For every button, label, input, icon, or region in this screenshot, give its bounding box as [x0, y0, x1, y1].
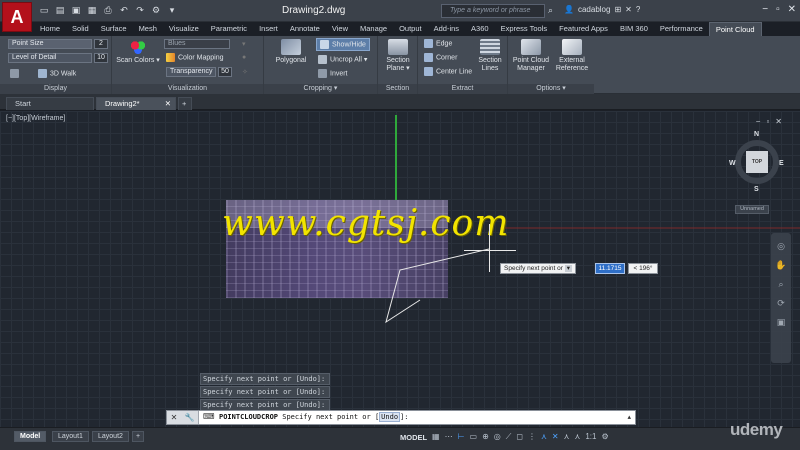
command-prompt-icon: ⌨ — [203, 412, 215, 421]
status-toggles: ▦ ⋯ ⊢ ▭ ⊕ ◎ ⟋ ◻ ⋮ ⋏ ✕ ⋏ ⋏ 1:1 ⚙ — [432, 432, 609, 442]
dynamic-input-length[interactable]: 11.1715 — [595, 263, 625, 274]
dynamic-input-prompt: Specify next point or ▾ — [500, 263, 576, 274]
compass-east[interactable]: E — [779, 160, 784, 167]
isodraft-icon[interactable]: ⟋ — [506, 432, 512, 442]
compass-south[interactable]: S — [754, 186, 759, 193]
plus-icon: + — [136, 433, 141, 440]
command-history-line: Specify next point or [Undo]: — [200, 373, 330, 385]
wcs-menu[interactable]: Unnamed — [735, 205, 769, 214]
undo-option[interactable]: Undo — [379, 412, 401, 422]
command-text[interactable]: POINTCLOUDCROP Specify next point or [Un… — [219, 412, 409, 422]
annotation-scale-icon[interactable]: ⋏ — [574, 432, 580, 442]
dynamic-input-text: Specify next point or — [504, 265, 563, 272]
grid-icon[interactable]: ▦ — [432, 432, 440, 442]
close-command-icon[interactable]: ✕ — [171, 413, 178, 422]
dynamic-input-icon[interactable]: ▭ — [470, 432, 478, 442]
command-name: POINTCLOUDCROP — [219, 413, 279, 421]
model-space-toggle[interactable]: MODEL — [400, 433, 427, 442]
new-layout-button[interactable]: + — [132, 431, 145, 442]
ucs-icon[interactable]: ✕ — [552, 432, 559, 442]
viewcube-top-face[interactable]: TOP — [746, 151, 768, 173]
crosshair-horizontal — [464, 250, 516, 251]
steering-wheel-icon[interactable]: ◎ — [771, 241, 791, 252]
command-history: Specify next point or [Undo]: Specify ne… — [200, 373, 330, 412]
compass-west[interactable]: W — [729, 160, 736, 167]
polar-icon[interactable]: ◎ — [494, 432, 501, 442]
command-suffix: ]: — [400, 413, 409, 421]
settings-icon[interactable]: ⚙ — [601, 432, 608, 442]
snap-icon[interactable]: ⋯ — [445, 432, 453, 442]
compass-north[interactable]: N — [754, 131, 759, 138]
tab-layout2[interactable]: Layout2 — [92, 431, 129, 442]
tab-model[interactable]: Model — [14, 431, 47, 442]
ortho-icon[interactable]: ⊕ — [482, 432, 489, 442]
command-history-toggle-icon[interactable]: ▴ — [627, 413, 631, 421]
dynamic-input-angle[interactable]: < 196° — [628, 263, 658, 274]
status-bar: Model Layout1 Layout2 + MODEL ▦ ⋯ ⊢ ▭ ⊕ … — [0, 427, 800, 450]
site-watermark: www.cgtsj.com — [222, 203, 510, 244]
infer-constraints-icon[interactable]: ⊢ — [458, 432, 465, 442]
crop-polygon-edge — [385, 248, 490, 324]
otrack-icon[interactable]: ⋮ — [528, 432, 536, 442]
dynamic-input-options-icon[interactable]: ▾ — [564, 265, 572, 272]
udemy-logo: udemy — [730, 420, 783, 439]
annotation-visibility-icon[interactable]: ⋏ — [564, 432, 570, 442]
pan-icon[interactable]: ✋ — [771, 260, 791, 271]
crosshair-vertical — [489, 224, 490, 272]
customize-icon[interactable]: 🔧 — [184, 413, 194, 422]
zoom-icon[interactable]: ⌕ — [771, 279, 791, 290]
3d-osnap-icon[interactable]: ⋏ — [541, 432, 547, 442]
showmotion-icon[interactable]: ▣ — [771, 317, 791, 328]
navigation-bar: ◎ ✋ ⌕ ⟳ ▣ — [771, 233, 791, 363]
osnap-icon[interactable]: ◻ — [516, 432, 523, 442]
command-line[interactable]: ✕ 🔧 ⌨ POINTCLOUDCROP Specify next point … — [166, 410, 636, 425]
tab-layout1[interactable]: Layout1 — [52, 431, 89, 442]
application-menu-button[interactable]: A — [2, 2, 32, 32]
annotation-scale-value[interactable]: 1:1 — [585, 432, 596, 442]
command-history-line: Specify next point or [Undo]: — [200, 386, 330, 398]
orbit-icon[interactable]: ⟳ — [771, 298, 791, 309]
command-prompt: Specify next point or [ — [282, 413, 380, 421]
command-line-tools: ✕ 🔧 — [167, 411, 199, 424]
